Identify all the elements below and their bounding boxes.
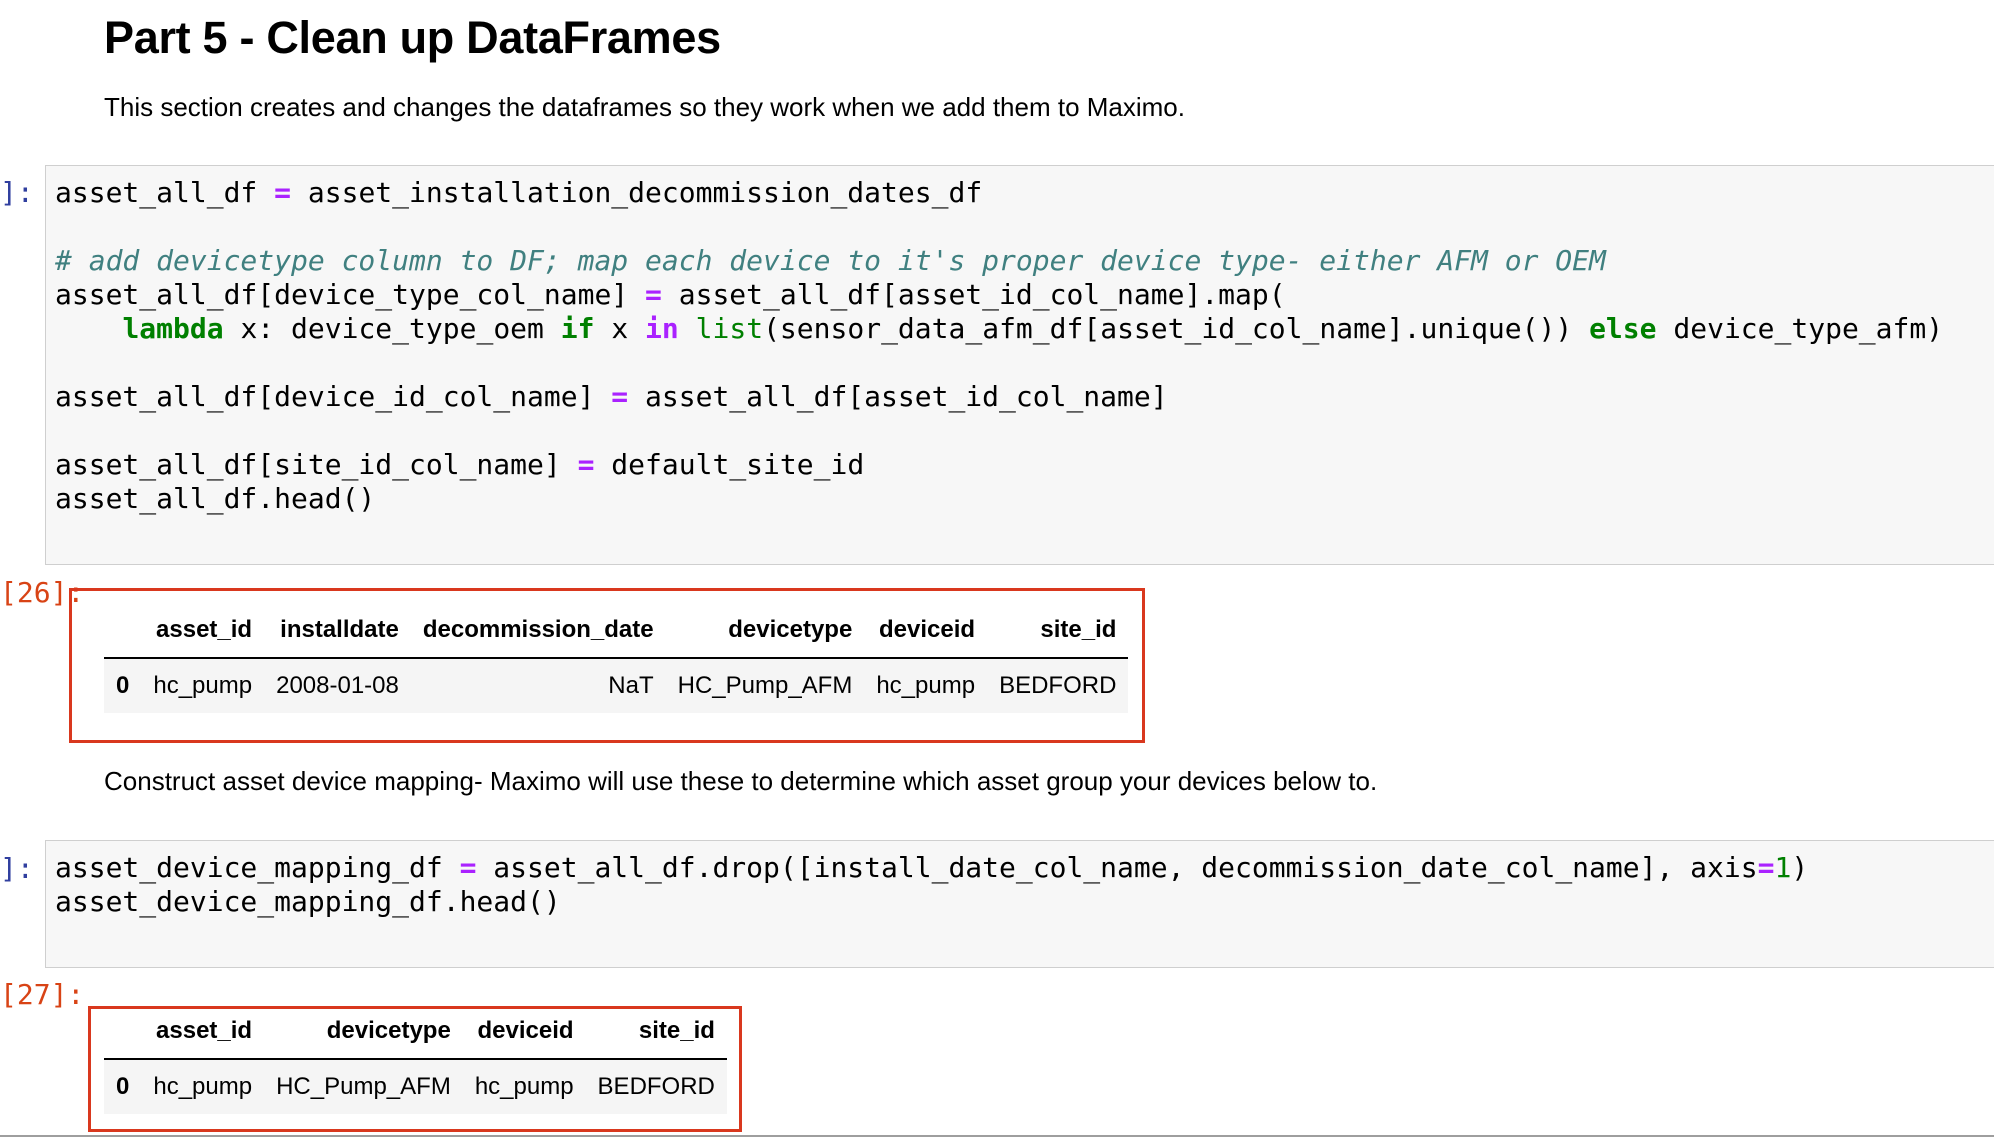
column-header: deviceid bbox=[477, 1017, 574, 1044]
table-cell: HC_Pump_AFM bbox=[276, 1073, 451, 1100]
dataframe-table-2: asset_id devicetype deviceid site_id 0 hc_pu… bbox=[104, 1004, 727, 1114]
section-heading: Part 5 - Clean up DataFrames bbox=[104, 12, 721, 63]
column-header: site_id bbox=[638, 1017, 715, 1044]
column-header: asset_id bbox=[156, 616, 253, 643]
table-cell: hc_pump bbox=[876, 672, 976, 699]
column-header: devicetype bbox=[326, 1017, 451, 1044]
column-header: asset_id bbox=[156, 1017, 253, 1044]
code-editor[interactable]: asset_device_mapping_df = asset_all_df.d… bbox=[55, 851, 1808, 919]
table-cell: BEDFORD bbox=[999, 672, 1117, 699]
column-header: decommission_date bbox=[422, 616, 654, 643]
table-row: 0 hc_pump HC_Pump_AFM hc_pump BEDFORD bbox=[104, 1059, 727, 1114]
table-row: 0 hc_pump 2008-01-08 NaT HC_Pump_AFM hc_pump B… bbox=[104, 658, 1129, 713]
column-header: devicetype bbox=[728, 616, 853, 643]
input-prompt: ]: bbox=[0, 176, 34, 209]
row-index: 0 bbox=[116, 1073, 130, 1100]
mapping-description: Construct asset device mapping- Maximo w… bbox=[104, 766, 1378, 796]
column-header bbox=[104, 1004, 141, 1059]
input-prompt: ]: bbox=[0, 852, 34, 885]
intro-text: This section creates and changes the dat… bbox=[104, 92, 1185, 122]
table-cell: NaT bbox=[608, 672, 654, 699]
bottom-divider bbox=[0, 1135, 1994, 1137]
column-header: deviceid bbox=[879, 616, 976, 643]
table-header-row: asset_id devicetype deviceid site_id bbox=[104, 1004, 727, 1059]
table-header-row: asset_id installdate decommission_date devi… bbox=[104, 603, 1129, 658]
column-header: site_id bbox=[1040, 616, 1117, 643]
table-cell: 2008-01-08 bbox=[276, 672, 399, 699]
table-cell: hc_pump bbox=[153, 1073, 253, 1100]
table-cell: BEDFORD bbox=[597, 1073, 715, 1100]
code-cell-2[interactable]: asset_device_mapping_df = asset_all_df.d… bbox=[45, 840, 1994, 968]
table-cell: hc_pump bbox=[153, 672, 253, 699]
column-header: installdate bbox=[280, 616, 399, 643]
table-cell: HC_Pump_AFM bbox=[677, 672, 853, 699]
table-cell: hc_pump bbox=[474, 1073, 574, 1100]
output-prompt: [27]: bbox=[0, 978, 85, 1011]
column-header bbox=[104, 603, 141, 658]
code-cell-1[interactable]: asset_all_df = asset_installation_decomm… bbox=[45, 165, 1994, 565]
code-editor[interactable]: asset_all_df = asset_installation_decomm… bbox=[55, 176, 1943, 516]
dataframe-table-1: asset_id installdate decommission_date devi… bbox=[104, 603, 1129, 713]
row-index: 0 bbox=[116, 672, 130, 699]
